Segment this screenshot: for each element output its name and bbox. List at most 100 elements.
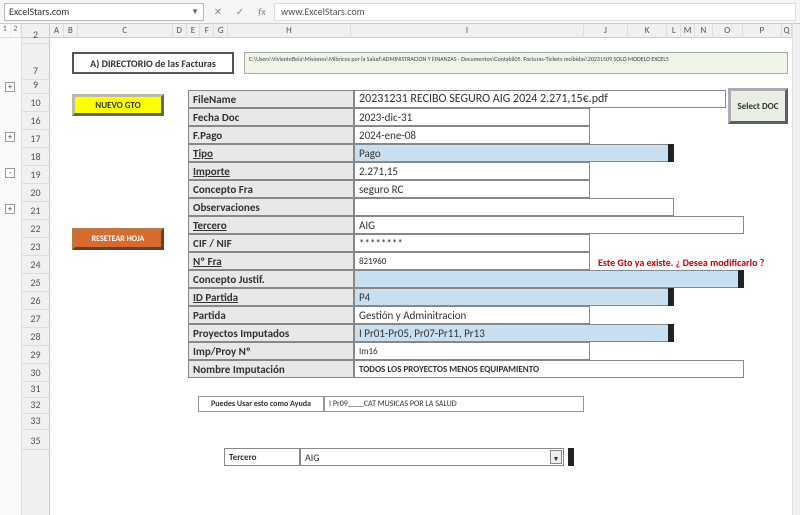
column-header[interactable]: F bbox=[200, 24, 214, 37]
row-header[interactable]: 24 bbox=[22, 256, 49, 274]
field-value: Gestión y Adminitracion bbox=[354, 306, 590, 324]
field-label: Fecha Doc bbox=[188, 108, 354, 126]
directorio-label-box: A) DIRECTORIO de las Facturas bbox=[72, 52, 234, 74]
outline-collapse-button[interactable]: - bbox=[5, 168, 15, 178]
column-header[interactable]: E bbox=[187, 24, 201, 37]
column-header[interactable]: L bbox=[667, 24, 681, 37]
column-header[interactable]: O bbox=[713, 24, 743, 37]
field-value: 2023-dic-31 bbox=[354, 108, 590, 126]
field-label: CIF / NIF bbox=[188, 234, 354, 252]
vertical-scrollbar[interactable] bbox=[792, 24, 800, 515]
field-value: TODOS LOS PROYECTOS MENOS EQUIPAMIENTO bbox=[354, 360, 744, 378]
fx-icon[interactable]: fx bbox=[254, 4, 270, 20]
field-value[interactable]: Pago bbox=[354, 144, 674, 162]
column-header[interactable]: A bbox=[50, 24, 64, 37]
row-header[interactable]: 29 bbox=[22, 346, 49, 364]
formula-bar: ExcelStars.com ▼ ✕ ✓ fx www.ExcelStars.c… bbox=[0, 0, 800, 24]
row-header[interactable]: 20 bbox=[22, 184, 49, 202]
field-label: FileName bbox=[188, 90, 354, 108]
row-header[interactable]: 2 bbox=[22, 26, 49, 44]
name-box[interactable]: ExcelStars.com ▼ bbox=[4, 3, 204, 21]
row-header[interactable]: 16 bbox=[22, 112, 49, 130]
row-header[interactable]: 18 bbox=[22, 148, 49, 166]
field-label: F.Pago bbox=[188, 126, 354, 144]
tercero-dropdown[interactable]: AIG bbox=[300, 448, 564, 466]
row-header[interactable]: 33 bbox=[22, 412, 49, 430]
formula-buttons: ✕ ✓ fx bbox=[210, 4, 270, 20]
field-label: Proyectos Imputados bbox=[188, 324, 354, 342]
column-header[interactable]: M bbox=[681, 24, 695, 37]
field-label: Nº Fra bbox=[188, 252, 354, 270]
row-header[interactable]: 19 bbox=[22, 166, 49, 184]
outline-gutter: 1 2 + + - + bbox=[0, 24, 22, 515]
helper-value: I Pr09____CAT MUSICAS POR LA SALUD bbox=[324, 396, 584, 412]
helper-label: Puedes Usar esto como Ayuda bbox=[198, 396, 324, 412]
field-value: 821960 bbox=[354, 252, 590, 270]
row-header[interactable]: 22 bbox=[22, 220, 49, 238]
warning-text: Este Gto ya existe. ¿ Desea modificarlo … bbox=[598, 256, 764, 269]
column-header[interactable]: G bbox=[214, 24, 228, 37]
chevron-down-icon[interactable]: ▼ bbox=[191, 7, 199, 17]
field-label: Concepto Justif. bbox=[188, 270, 354, 288]
field-value: Im16 bbox=[354, 342, 590, 360]
field-value: 20231231 RECIBO SEGURO AIG 2024 2.271,15… bbox=[354, 90, 726, 108]
field-value: AIG bbox=[354, 216, 744, 234]
bar-marker bbox=[668, 144, 674, 162]
row-header[interactable]: 25 bbox=[22, 274, 49, 292]
row-header[interactable]: 26 bbox=[22, 292, 49, 310]
sheet-area[interactable]: A) DIRECTORIO de las Facturas C:\Users\V… bbox=[50, 38, 792, 515]
outline-collapse-button[interactable]: + bbox=[5, 204, 15, 214]
field-label: Concepto Fra bbox=[188, 180, 354, 198]
row-header[interactable]: 17 bbox=[22, 130, 49, 148]
field-value: 2.271,15 bbox=[354, 162, 590, 180]
field-label: Imp/Proy Nº bbox=[188, 342, 354, 360]
column-header[interactable]: I bbox=[351, 24, 584, 37]
formula-input[interactable]: www.ExcelStars.com bbox=[274, 3, 796, 21]
field-label: Partida bbox=[188, 306, 354, 324]
field-value: seguro RC bbox=[354, 180, 590, 198]
row-header[interactable]: 9 bbox=[22, 76, 49, 94]
row-header[interactable]: 27 bbox=[22, 310, 49, 328]
accept-icon[interactable]: ✓ bbox=[232, 4, 248, 20]
field-value: 2024-ene-08 bbox=[354, 126, 590, 144]
outline-collapse-button[interactable]: + bbox=[5, 132, 15, 142]
field-value[interactable]: P4 bbox=[354, 288, 674, 306]
column-header[interactable]: P bbox=[743, 24, 783, 37]
field-value[interactable] bbox=[354, 270, 744, 288]
bar-marker bbox=[668, 288, 674, 306]
outline-collapse-button[interactable]: + bbox=[5, 82, 15, 92]
field-value: ******** bbox=[354, 234, 590, 252]
column-header[interactable]: H bbox=[228, 24, 351, 37]
field-label: Observaciones bbox=[188, 198, 354, 216]
nuevo-gto-button[interactable]: NUEVO GTO bbox=[72, 94, 164, 116]
field-label: Tipo bbox=[188, 144, 354, 162]
dropdown-icon[interactable]: ▼ bbox=[550, 450, 562, 464]
row-header[interactable]: 23 bbox=[22, 238, 49, 256]
outline-level-2[interactable]: 2 bbox=[11, 24, 22, 37]
bar-marker bbox=[668, 324, 674, 342]
column-header[interactable]: D bbox=[173, 24, 187, 37]
column-header[interactable]: Q bbox=[782, 24, 792, 37]
field-label: Nombre Imputación bbox=[188, 360, 354, 378]
select-doc-button[interactable]: Select DOC bbox=[728, 88, 788, 124]
column-headers: ABCDEFGHIJKLMNOPQ bbox=[50, 24, 792, 38]
tercero-label: Tercero bbox=[224, 448, 300, 466]
row-headers: 2791016171819202122232425262728293031323… bbox=[22, 24, 50, 515]
field-label: Tercero bbox=[188, 216, 354, 234]
directorio-path: C:\Users\VivienteBela\Misiones\Mibricos … bbox=[244, 52, 788, 74]
column-header[interactable]: C bbox=[78, 24, 173, 37]
field-value[interactable]: I Pr01-Pr05, Pr07-Pr11, Pr13 bbox=[354, 324, 674, 342]
cancel-icon[interactable]: ✕ bbox=[210, 4, 226, 20]
row-header[interactable]: 28 bbox=[22, 328, 49, 346]
column-header[interactable]: B bbox=[64, 24, 78, 37]
outline-level-1[interactable]: 1 bbox=[0, 24, 11, 37]
row-header[interactable]: 35 bbox=[22, 432, 49, 450]
row-header[interactable]: 10 bbox=[22, 94, 49, 112]
field-label: Importe bbox=[188, 162, 354, 180]
column-header[interactable]: K bbox=[628, 24, 668, 37]
column-header[interactable]: N bbox=[695, 24, 713, 37]
column-header[interactable]: J bbox=[584, 24, 628, 37]
bar-marker bbox=[738, 270, 744, 288]
row-header[interactable]: 21 bbox=[22, 202, 49, 220]
resetear-hoja-button[interactable]: RESETEAR HOJA bbox=[72, 228, 164, 250]
